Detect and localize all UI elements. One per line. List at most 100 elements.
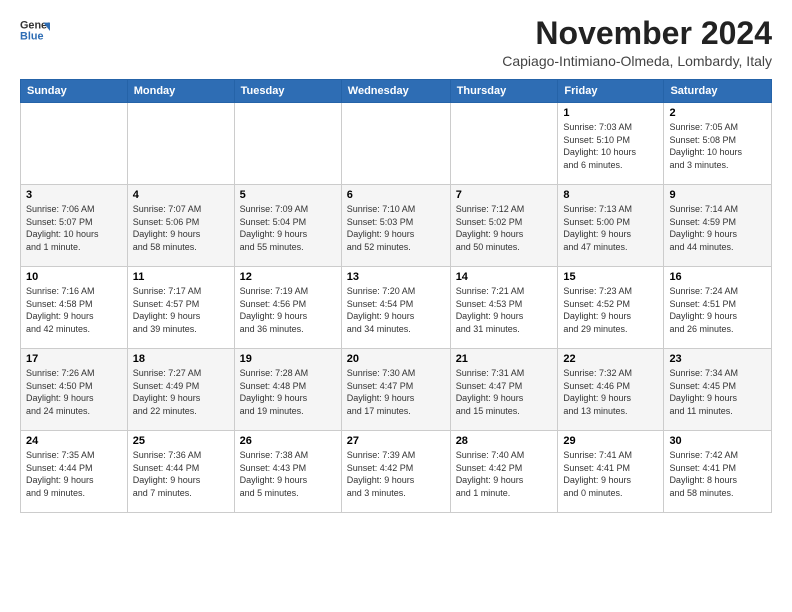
weekday-header: Saturday (664, 80, 772, 103)
day-info: Sunrise: 7:07 AM Sunset: 5:06 PM Dayligh… (133, 203, 229, 253)
day-number: 26 (240, 435, 336, 447)
month-title: November 2024 (502, 16, 772, 51)
calendar-week-row: 17Sunrise: 7:26 AM Sunset: 4:50 PM Dayli… (21, 349, 772, 431)
day-info: Sunrise: 7:16 AM Sunset: 4:58 PM Dayligh… (26, 285, 122, 335)
day-info: Sunrise: 7:13 AM Sunset: 5:00 PM Dayligh… (563, 203, 658, 253)
day-number: 24 (26, 435, 122, 447)
calendar-cell: 11 Sunrise: 7:17 AM Sunset: 4:57 PM Dayli… (127, 267, 234, 349)
day-info: Sunrise: 7:06 AM Sunset: 5:07 PM Dayligh… (26, 203, 122, 253)
calendar-cell: 21 Sunrise: 7:31 AM Sunset: 4:47 PM Dayli… (450, 349, 558, 431)
day-number: 27 (347, 435, 445, 447)
day-info: Sunrise: 7:27 AM Sunset: 4:49 PM Dayligh… (133, 367, 229, 417)
calendar-cell: 10 Sunrise: 7:16 AM Sunset: 4:58 PM Dayli… (21, 267, 128, 349)
day-info: Sunrise: 7:20 AM Sunset: 4:54 PM Dayligh… (347, 285, 445, 335)
calendar-cell: 24 Sunrise: 7:35 AM Sunset: 4:44 PM Dayli… (21, 431, 128, 513)
day-number: 9 (669, 189, 766, 201)
day-info: Sunrise: 7:05 AM Sunset: 5:08 PM Dayligh… (669, 121, 766, 171)
logo-icon: General Blue (20, 16, 50, 46)
calendar-cell (341, 103, 450, 185)
calendar-cell (127, 103, 234, 185)
day-info: Sunrise: 7:41 AM Sunset: 4:41 PM Dayligh… (563, 449, 658, 499)
calendar-cell: 28 Sunrise: 7:40 AM Sunset: 4:42 PM Dayli… (450, 431, 558, 513)
calendar-week-row: 10 Sunrise: 7:16 AM Sunset: 4:58 PM Dayli… (21, 267, 772, 349)
day-info: Sunrise: 7:24 AM Sunset: 4:51 PM Dayligh… (669, 285, 766, 335)
day-number: 8 (563, 189, 658, 201)
logo: General Blue (20, 16, 50, 46)
calendar-cell: 27Sunrise: 7:39 AM Sunset: 4:42 PM Dayli… (341, 431, 450, 513)
day-number: 5 (240, 189, 336, 201)
calendar-cell: 4 Sunrise: 7:07 AM Sunset: 5:06 PM Daylig… (127, 185, 234, 267)
day-info: Sunrise: 7:12 AM Sunset: 5:02 PM Dayligh… (456, 203, 553, 253)
svg-text:Blue: Blue (20, 30, 43, 42)
weekday-header: Monday (127, 80, 234, 103)
calendar-cell: 20 Sunrise: 7:30 AM Sunset: 4:47 PM Dayli… (341, 349, 450, 431)
calendar-cell (234, 103, 341, 185)
calendar-cell: 6Sunrise: 7:10 AM Sunset: 5:03 PM Daylig… (341, 185, 450, 267)
calendar-cell: 26 Sunrise: 7:38 AM Sunset: 4:43 PM Dayli… (234, 431, 341, 513)
day-info: Sunrise: 7:30 AM Sunset: 4:47 PM Dayligh… (347, 367, 445, 417)
calendar-table: SundayMondayTuesdayWednesdayThursdayFrid… (20, 79, 772, 513)
weekday-header: Thursday (450, 80, 558, 103)
day-number: 23 (669, 353, 766, 365)
day-number: 25 (133, 435, 229, 447)
day-info: Sunrise: 7:14 AM Sunset: 4:59 PM Dayligh… (669, 203, 766, 253)
day-info: Sunrise: 7:31 AM Sunset: 4:47 PM Dayligh… (456, 367, 553, 417)
day-number: 16 (669, 271, 766, 283)
calendar-cell: 30 Sunrise: 7:42 AM Sunset: 4:41 PM Dayli… (664, 431, 772, 513)
calendar-cell: 23 Sunrise: 7:34 AM Sunset: 4:45 PM Dayli… (664, 349, 772, 431)
day-number: 22 (563, 353, 658, 365)
calendar-cell (450, 103, 558, 185)
location-subtitle: Capiago-Intimiano-Olmeda, Lombardy, Ital… (502, 53, 772, 69)
weekday-header: Wednesday (341, 80, 450, 103)
day-number: 2 (669, 107, 766, 119)
day-info: Sunrise: 7:42 AM Sunset: 4:41 PM Dayligh… (669, 449, 766, 499)
day-info: Sunrise: 7:35 AM Sunset: 4:44 PM Dayligh… (26, 449, 122, 499)
calendar-cell: 18Sunrise: 7:27 AM Sunset: 4:49 PM Dayli… (127, 349, 234, 431)
day-info: Sunrise: 7:09 AM Sunset: 5:04 PM Dayligh… (240, 203, 336, 253)
weekday-header: Sunday (21, 80, 128, 103)
calendar-cell: 5 Sunrise: 7:09 AM Sunset: 5:04 PM Daylig… (234, 185, 341, 267)
weekday-header: Friday (558, 80, 664, 103)
day-number: 29 (563, 435, 658, 447)
page: General Blue November 2024 Capiago-Intim… (0, 0, 792, 612)
day-number: 28 (456, 435, 553, 447)
calendar-cell: 16 Sunrise: 7:24 AM Sunset: 4:51 PM Dayli… (664, 267, 772, 349)
calendar-cell: 19 Sunrise: 7:28 AM Sunset: 4:48 PM Dayli… (234, 349, 341, 431)
day-info: Sunrise: 7:28 AM Sunset: 4:48 PM Dayligh… (240, 367, 336, 417)
calendar-cell: 8 Sunrise: 7:13 AM Sunset: 5:00 PM Daylig… (558, 185, 664, 267)
calendar-cell (21, 103, 128, 185)
calendar-header-row: SundayMondayTuesdayWednesdayThursdayFrid… (21, 80, 772, 103)
day-number: 12 (240, 271, 336, 283)
calendar-week-row: 24 Sunrise: 7:35 AM Sunset: 4:44 PM Dayli… (21, 431, 772, 513)
day-number: 13 (347, 271, 445, 283)
calendar-week-row: 1Sunrise: 7:03 AM Sunset: 5:10 PM Daylig… (21, 103, 772, 185)
day-info: Sunrise: 7:10 AM Sunset: 5:03 PM Dayligh… (347, 203, 445, 253)
day-number: 7 (456, 189, 553, 201)
calendar-cell: 12Sunrise: 7:19 AM Sunset: 4:56 PM Dayli… (234, 267, 341, 349)
day-info: Sunrise: 7:17 AM Sunset: 4:57 PM Dayligh… (133, 285, 229, 335)
day-number: 21 (456, 353, 553, 365)
weekday-header: Tuesday (234, 80, 341, 103)
day-number: 30 (669, 435, 766, 447)
calendar-cell: 3Sunrise: 7:06 AM Sunset: 5:07 PM Daylig… (21, 185, 128, 267)
calendar-cell: 17Sunrise: 7:26 AM Sunset: 4:50 PM Dayli… (21, 349, 128, 431)
day-info: Sunrise: 7:40 AM Sunset: 4:42 PM Dayligh… (456, 449, 553, 499)
day-number: 4 (133, 189, 229, 201)
day-number: 19 (240, 353, 336, 365)
day-number: 15 (563, 271, 658, 283)
day-info: Sunrise: 7:23 AM Sunset: 4:52 PM Dayligh… (563, 285, 658, 335)
day-info: Sunrise: 7:38 AM Sunset: 4:43 PM Dayligh… (240, 449, 336, 499)
day-number: 17 (26, 353, 122, 365)
day-info: Sunrise: 7:36 AM Sunset: 4:44 PM Dayligh… (133, 449, 229, 499)
calendar-cell: 15 Sunrise: 7:23 AM Sunset: 4:52 PM Dayli… (558, 267, 664, 349)
calendar-cell: 2 Sunrise: 7:05 AM Sunset: 5:08 PM Daylig… (664, 103, 772, 185)
calendar-cell: 22Sunrise: 7:32 AM Sunset: 4:46 PM Dayli… (558, 349, 664, 431)
calendar-cell: 29 Sunrise: 7:41 AM Sunset: 4:41 PM Dayli… (558, 431, 664, 513)
day-number: 11 (133, 271, 229, 283)
calendar-cell: 9 Sunrise: 7:14 AM Sunset: 4:59 PM Daylig… (664, 185, 772, 267)
calendar-cell: 7 Sunrise: 7:12 AM Sunset: 5:02 PM Daylig… (450, 185, 558, 267)
day-number: 20 (347, 353, 445, 365)
day-number: 10 (26, 271, 122, 283)
header: General Blue November 2024 Capiago-Intim… (20, 16, 772, 69)
day-info: Sunrise: 7:34 AM Sunset: 4:45 PM Dayligh… (669, 367, 766, 417)
